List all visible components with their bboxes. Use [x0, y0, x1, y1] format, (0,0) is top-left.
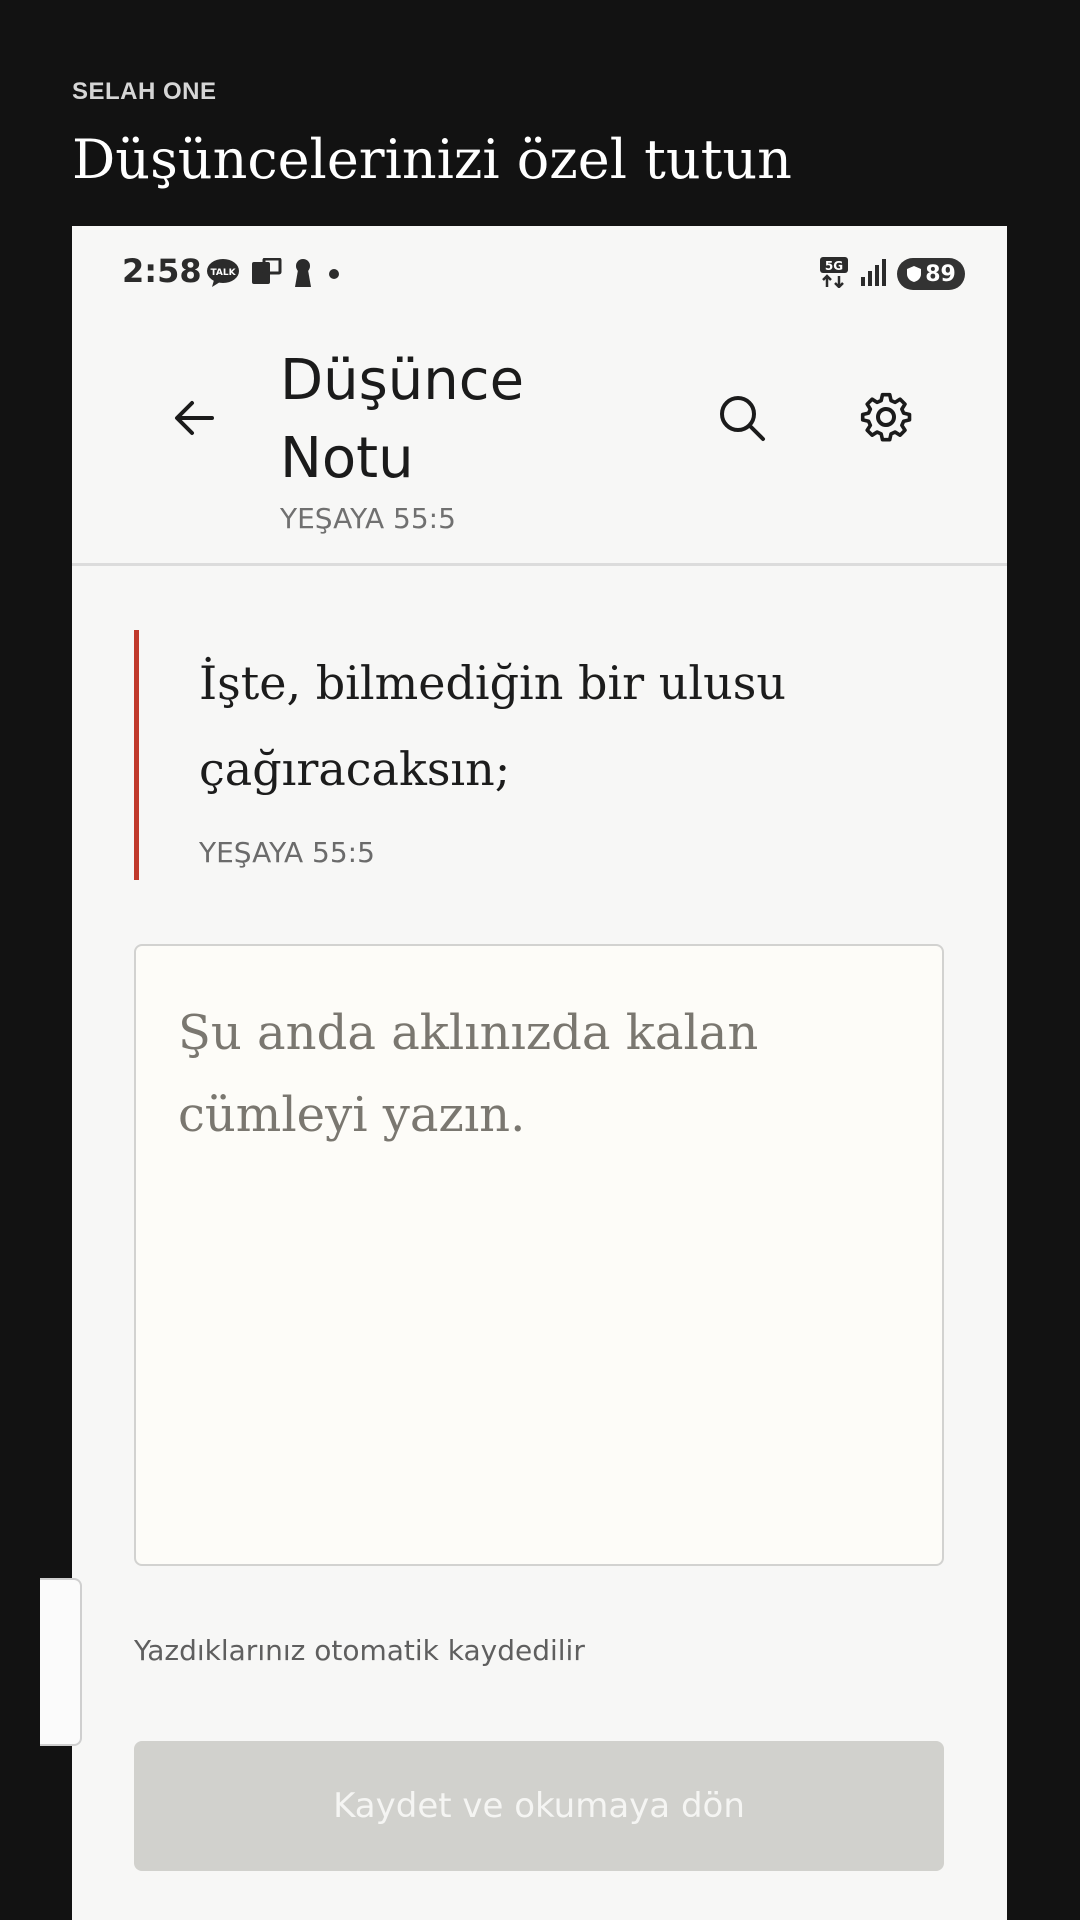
back-arrow-icon	[175, 401, 214, 435]
page-title: Düşünce Notu	[280, 348, 525, 491]
shield-icon	[907, 266, 922, 282]
settings-button[interactable]	[856, 388, 916, 448]
battery-icon: 89	[897, 258, 965, 290]
page-subtitle: YEŞAYA 55:5	[280, 502, 456, 535]
dot-icon	[324, 258, 344, 292]
save-and-return-button[interactable]: Kaydet ve okumaya dön	[134, 1741, 944, 1871]
device-icon	[250, 257, 282, 292]
status-bar: 2:58 TALK 5G 89	[72, 226, 1007, 316]
search-button[interactable]	[712, 388, 772, 448]
verse-text: İşte, bilmediğin bir ulusu çağıracaksın;	[199, 656, 786, 796]
talk-chat-icon: TALK	[206, 258, 240, 292]
back-button[interactable]	[164, 388, 224, 448]
network-5g-icon: 5G	[819, 256, 849, 292]
promo-header: SELAH ONE Düşüncelerinizi özel tutun	[0, 0, 1080, 226]
app-bar: Düşünce Notu YEŞAYA 55:5	[72, 316, 1007, 566]
verse-reference: YEŞAYA 55:5	[199, 836, 375, 869]
promo-headline: Düşüncelerinizi özel tutun	[72, 128, 792, 191]
side-handle[interactable]	[40, 1578, 82, 1746]
phone-screen: 2:58 TALK 5G 89 Düşünce Notu YEŞAYA 55:5…	[72, 226, 1007, 1920]
brand-label: SELAH ONE	[72, 78, 217, 105]
status-time: 2:58	[122, 252, 202, 290]
note-input[interactable]	[136, 946, 942, 1564]
verse-quote: İşte, bilmediğin bir ulusu çağıracaksın;…	[134, 630, 934, 880]
gear-icon	[860, 392, 912, 442]
note-box	[134, 944, 944, 1566]
signal-icon	[859, 257, 887, 291]
svg-text:TALK: TALK	[210, 268, 236, 278]
battery-level: 89	[925, 261, 956, 287]
autosave-hint: Yazdıklarınız otomatik kaydedilir	[134, 1634, 585, 1667]
keyhole-icon	[292, 258, 314, 292]
status-system-icons: 5G 89	[819, 256, 965, 292]
status-notification-icons: TALK	[206, 257, 344, 292]
svg-text:5G: 5G	[825, 259, 843, 273]
search-icon	[720, 396, 765, 441]
